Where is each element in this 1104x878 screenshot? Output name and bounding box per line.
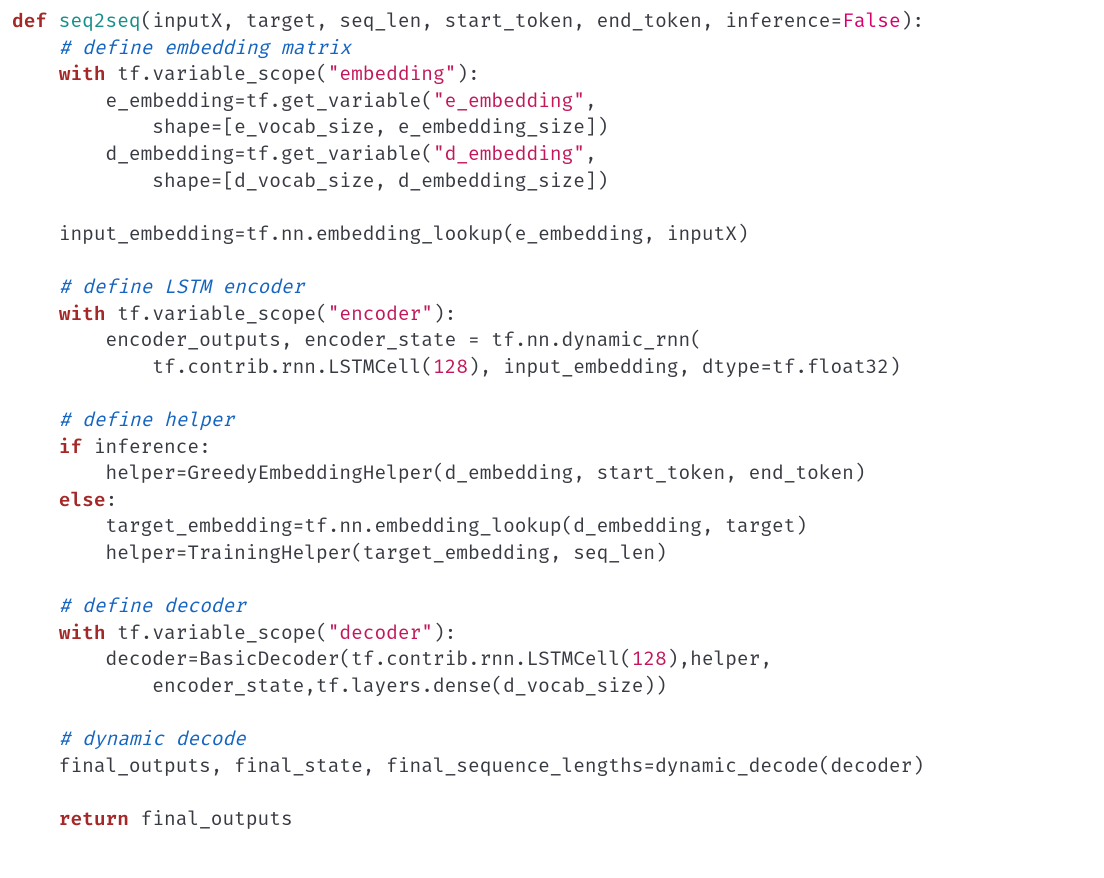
text: inference: xyxy=(82,435,211,459)
text: tf.variable_scope( xyxy=(106,621,328,645)
text: encoder_state,tf.layers.dense(d_vocab_si… xyxy=(12,674,667,698)
keyword-with: with xyxy=(59,62,106,86)
comment: # define helper xyxy=(59,408,234,432)
keyword-with: with xyxy=(59,621,106,645)
number: 128 xyxy=(632,647,667,671)
text: : xyxy=(106,488,118,512)
keyword-with: with xyxy=(59,302,106,326)
function-name: seq2seq xyxy=(59,9,141,33)
text: tf.variable_scope( xyxy=(106,302,328,326)
text: tf.variable_scope( xyxy=(106,62,328,86)
string: "embedding" xyxy=(328,62,457,86)
params: (inputX, target, seq_len, start_token, e… xyxy=(141,9,843,33)
string: "encoder" xyxy=(328,302,433,326)
text: , xyxy=(585,89,597,113)
comment: # define embedding matrix xyxy=(59,36,351,60)
text: tf.contrib.rnn.LSTMCell( xyxy=(12,355,433,379)
keyword-if: if xyxy=(59,435,82,459)
text: final_outputs, final_state, final_sequen… xyxy=(12,754,924,778)
text: d_embedding=tf.get_variable( xyxy=(12,142,433,166)
string: "decoder" xyxy=(328,621,433,645)
text: shape=[e_vocab_size, e_embedding_size]) xyxy=(12,115,608,139)
text: final_outputs xyxy=(129,807,293,831)
comment: # dynamic decode xyxy=(59,727,246,751)
text: helper=GreedyEmbeddingHelper(d_embedding… xyxy=(12,461,866,485)
text: ), input_embedding, dtype=tf.float32) xyxy=(468,355,901,379)
comment: # define LSTM encoder xyxy=(59,275,305,299)
text: shape=[d_vocab_size, d_embedding_size]) xyxy=(12,169,608,193)
text: helper=TrainingHelper(target_embedding, … xyxy=(12,541,667,565)
text: , xyxy=(585,142,597,166)
text: ),helper, xyxy=(667,647,772,671)
comment: # define decoder xyxy=(59,594,246,618)
keyword-def: def xyxy=(12,9,47,33)
keyword-else: else xyxy=(59,488,106,512)
text: encoder_outputs, encoder_state = tf.nn.d… xyxy=(12,328,702,352)
string: "e_embedding" xyxy=(433,89,585,113)
text: input_embedding=tf.nn.embedding_lookup(e… xyxy=(12,222,749,246)
string: "d_embedding" xyxy=(433,142,585,166)
text: ): xyxy=(433,302,456,326)
paren-close: ): xyxy=(901,9,924,33)
text: target_embedding=tf.nn.embedding_lookup(… xyxy=(12,514,807,538)
text: decoder=BasicDecoder(tf.contrib.rnn.LSTM… xyxy=(12,647,632,671)
space xyxy=(47,9,59,33)
bool-false: False xyxy=(842,9,900,33)
text: ): xyxy=(433,621,456,645)
keyword-return: return xyxy=(59,807,129,831)
text: ): xyxy=(456,62,479,86)
number: 128 xyxy=(433,355,468,379)
text: e_embedding=tf.get_variable( xyxy=(12,89,433,113)
code-block: def seq2seq(inputX, target, seq_len, sta… xyxy=(0,0,1104,840)
